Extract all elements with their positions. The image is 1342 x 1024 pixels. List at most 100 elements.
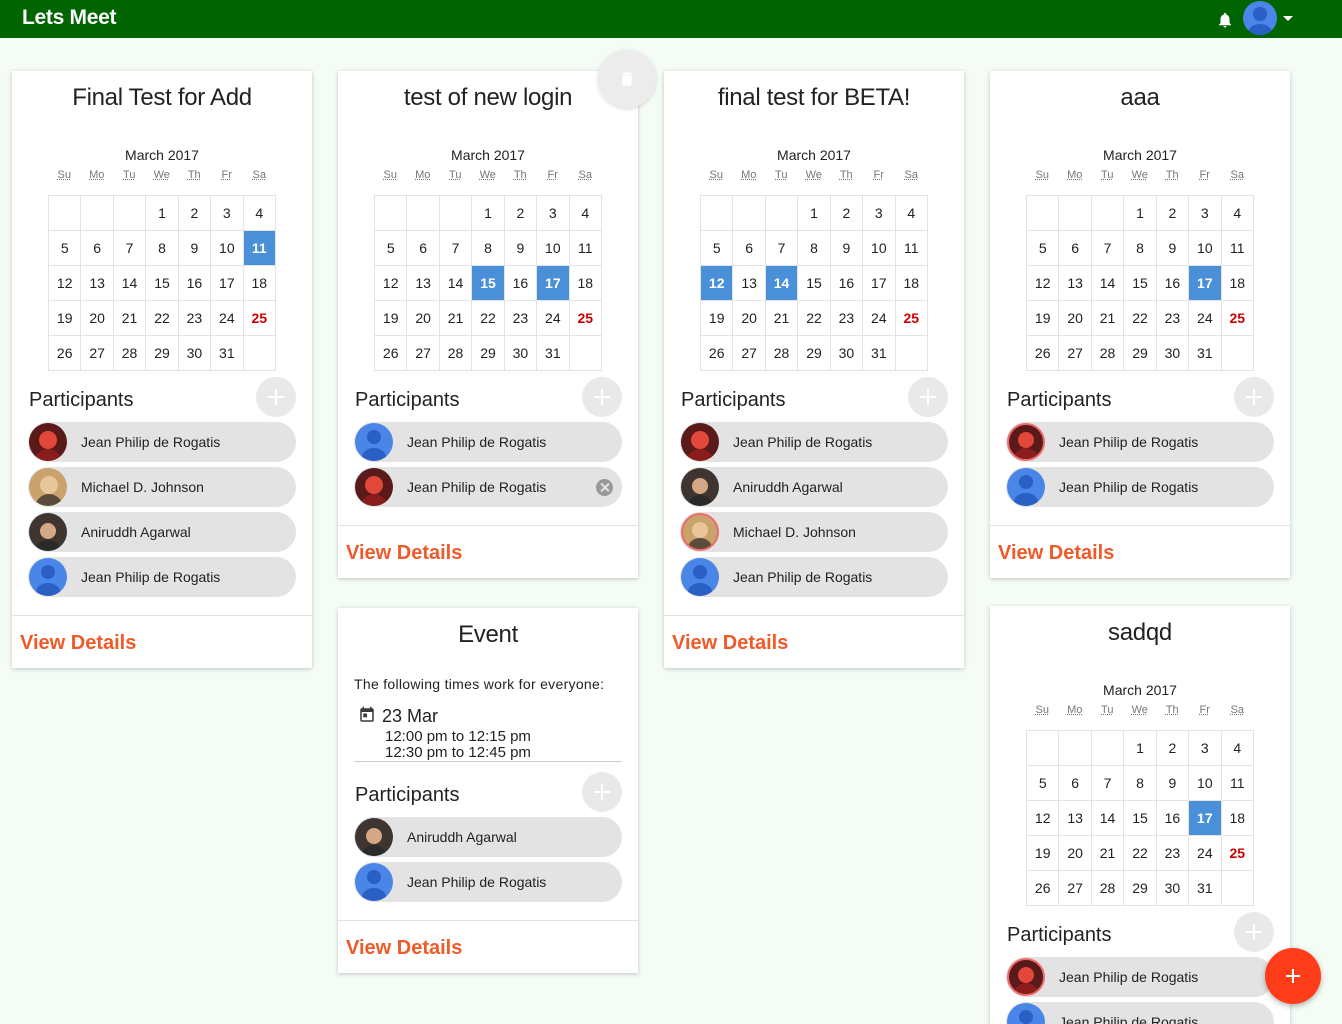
participant-chip[interactable]: Jean Philip de Rogatis <box>680 422 948 462</box>
calendar-day[interactable]: 26 <box>47 335 82 371</box>
calendar-day[interactable]: 22 <box>797 300 831 336</box>
calendar-day[interactable]: 10 <box>862 230 896 266</box>
calendar-day[interactable]: 30 <box>1155 870 1190 906</box>
calendar-day[interactable]: 14 <box>1090 800 1125 836</box>
calendar-day[interactable]: 27 <box>1058 870 1092 906</box>
participant-chip[interactable]: Michael D. Johnson <box>680 512 948 552</box>
calendar-day[interactable]: 17 <box>1188 265 1222 301</box>
calendar-day[interactable]: 30 <box>177 335 212 371</box>
participant-chip[interactable]: Jean Philip de Rogatis <box>28 422 296 462</box>
calendar-day[interactable]: 17 <box>862 265 896 301</box>
calendar-day[interactable]: 24 <box>210 300 244 336</box>
participant-chip[interactable]: Jean Philip de Rogatis <box>1006 1002 1274 1024</box>
calendar-day[interactable]: 31 <box>210 335 244 371</box>
calendar-day[interactable]: 5 <box>1025 230 1060 266</box>
calendar-day[interactable]: 11 <box>568 230 603 266</box>
calendar-day[interactable]: 4 <box>1220 195 1255 231</box>
calendar-day[interactable]: 8 <box>471 230 505 266</box>
participant-chip[interactable]: Aniruddh Agarwal <box>28 512 296 552</box>
calendar-day[interactable]: 27 <box>732 335 766 371</box>
chevron-down-icon[interactable] <box>1283 16 1293 21</box>
calendar-day[interactable]: 21 <box>438 300 473 336</box>
calendar-day[interactable]: 28 <box>1090 335 1125 371</box>
calendar-day[interactable]: 26 <box>373 335 408 371</box>
calendar-day[interactable]: 9 <box>503 230 538 266</box>
calendar-day[interactable]: 30 <box>503 335 538 371</box>
calendar-day[interactable]: 7 <box>1090 765 1125 801</box>
view-details-link[interactable]: View Details <box>664 616 964 668</box>
calendar-day[interactable]: 28 <box>112 335 147 371</box>
calendar-day[interactable]: 5 <box>47 230 82 266</box>
add-participant-button[interactable] <box>1234 377 1274 417</box>
bell-icon[interactable] <box>1216 11 1234 29</box>
calendar-day[interactable]: 12 <box>1025 265 1060 301</box>
calendar-day[interactable]: 27 <box>1058 335 1092 371</box>
calendar-day[interactable]: 1 <box>471 195 505 231</box>
calendar-day[interactable]: 6 <box>1058 230 1092 266</box>
calendar-day[interactable]: 27 <box>80 335 114 371</box>
calendar-day[interactable]: 31 <box>1188 870 1222 906</box>
calendar-day[interactable]: 26 <box>1025 335 1060 371</box>
calendar-day[interactable]: 14 <box>764 265 799 301</box>
calendar-day[interactable]: 10 <box>1188 765 1222 801</box>
calendar-day[interactable]: 11 <box>1220 230 1255 266</box>
calendar-day[interactable]: 31 <box>1188 335 1222 371</box>
calendar-day[interactable]: 11 <box>1220 765 1255 801</box>
calendar-day[interactable]: 16 <box>177 265 212 301</box>
calendar-day[interactable]: 4 <box>568 195 603 231</box>
participant-chip[interactable]: Aniruddh Agarwal <box>680 467 948 507</box>
calendar-day[interactable]: 21 <box>1090 835 1125 871</box>
calendar-day[interactable]: 6 <box>732 230 766 266</box>
calendar-day[interactable]: 23 <box>177 300 212 336</box>
calendar-day[interactable]: 18 <box>568 265 603 301</box>
add-participant-button[interactable] <box>256 377 296 417</box>
calendar-day[interactable]: 10 <box>210 230 244 266</box>
calendar-day[interactable]: 9 <box>1155 230 1190 266</box>
calendar-day[interactable]: 4 <box>1220 730 1255 766</box>
calendar-day[interactable]: 15 <box>1123 265 1157 301</box>
calendar-day[interactable]: 17 <box>1188 800 1222 836</box>
calendar-day[interactable]: 29 <box>471 335 505 371</box>
calendar-day[interactable]: 16 <box>1155 265 1190 301</box>
calendar-day[interactable]: 7 <box>112 230 147 266</box>
calendar-day[interactable]: 3 <box>536 195 570 231</box>
delete-button[interactable] <box>598 50 656 108</box>
calendar-day[interactable]: 18 <box>242 265 277 301</box>
calendar-day[interactable]: 14 <box>1090 265 1125 301</box>
calendar-day[interactable]: 2 <box>1155 730 1190 766</box>
calendar-day[interactable]: 9 <box>829 230 864 266</box>
calendar-day[interactable]: 8 <box>797 230 831 266</box>
calendar-day[interactable]: 23 <box>1155 835 1190 871</box>
calendar-day[interactable]: 25 <box>894 300 929 336</box>
participant-chip[interactable]: Jean Philip de Rogatis <box>354 467 622 507</box>
calendar-day[interactable]: 19 <box>373 300 408 336</box>
calendar-day[interactable]: 23 <box>503 300 538 336</box>
calendar-day[interactable]: 13 <box>1058 800 1092 836</box>
calendar-day[interactable]: 1 <box>797 195 831 231</box>
calendar-day[interactable]: 17 <box>536 265 570 301</box>
calendar-day[interactable]: 8 <box>1123 765 1157 801</box>
calendar-day[interactable]: 19 <box>1025 835 1060 871</box>
calendar-day[interactable]: 21 <box>1090 300 1125 336</box>
calendar-day[interactable]: 29 <box>145 335 179 371</box>
calendar-day[interactable]: 5 <box>1025 765 1060 801</box>
calendar-day[interactable]: 4 <box>894 195 929 231</box>
view-details-link[interactable]: View Details <box>12 616 312 668</box>
calendar-day[interactable]: 20 <box>1058 835 1092 871</box>
add-meeting-fab[interactable] <box>1265 948 1321 1004</box>
calendar-day[interactable]: 5 <box>699 230 734 266</box>
calendar-day[interactable]: 2 <box>829 195 864 231</box>
calendar-day[interactable]: 10 <box>536 230 570 266</box>
calendar-day[interactable]: 6 <box>406 230 440 266</box>
view-details-link[interactable]: View Details <box>338 526 638 578</box>
calendar-day[interactable]: 31 <box>862 335 896 371</box>
calendar-day[interactable]: 10 <box>1188 230 1222 266</box>
calendar-day[interactable]: 8 <box>1123 230 1157 266</box>
calendar-day[interactable]: 16 <box>503 265 538 301</box>
calendar-day[interactable]: 3 <box>862 195 896 231</box>
calendar-day[interactable]: 20 <box>732 300 766 336</box>
calendar-day[interactable]: 29 <box>1123 870 1157 906</box>
calendar-day[interactable]: 20 <box>80 300 114 336</box>
calendar-day[interactable]: 18 <box>894 265 929 301</box>
calendar-day[interactable]: 11 <box>242 230 277 266</box>
